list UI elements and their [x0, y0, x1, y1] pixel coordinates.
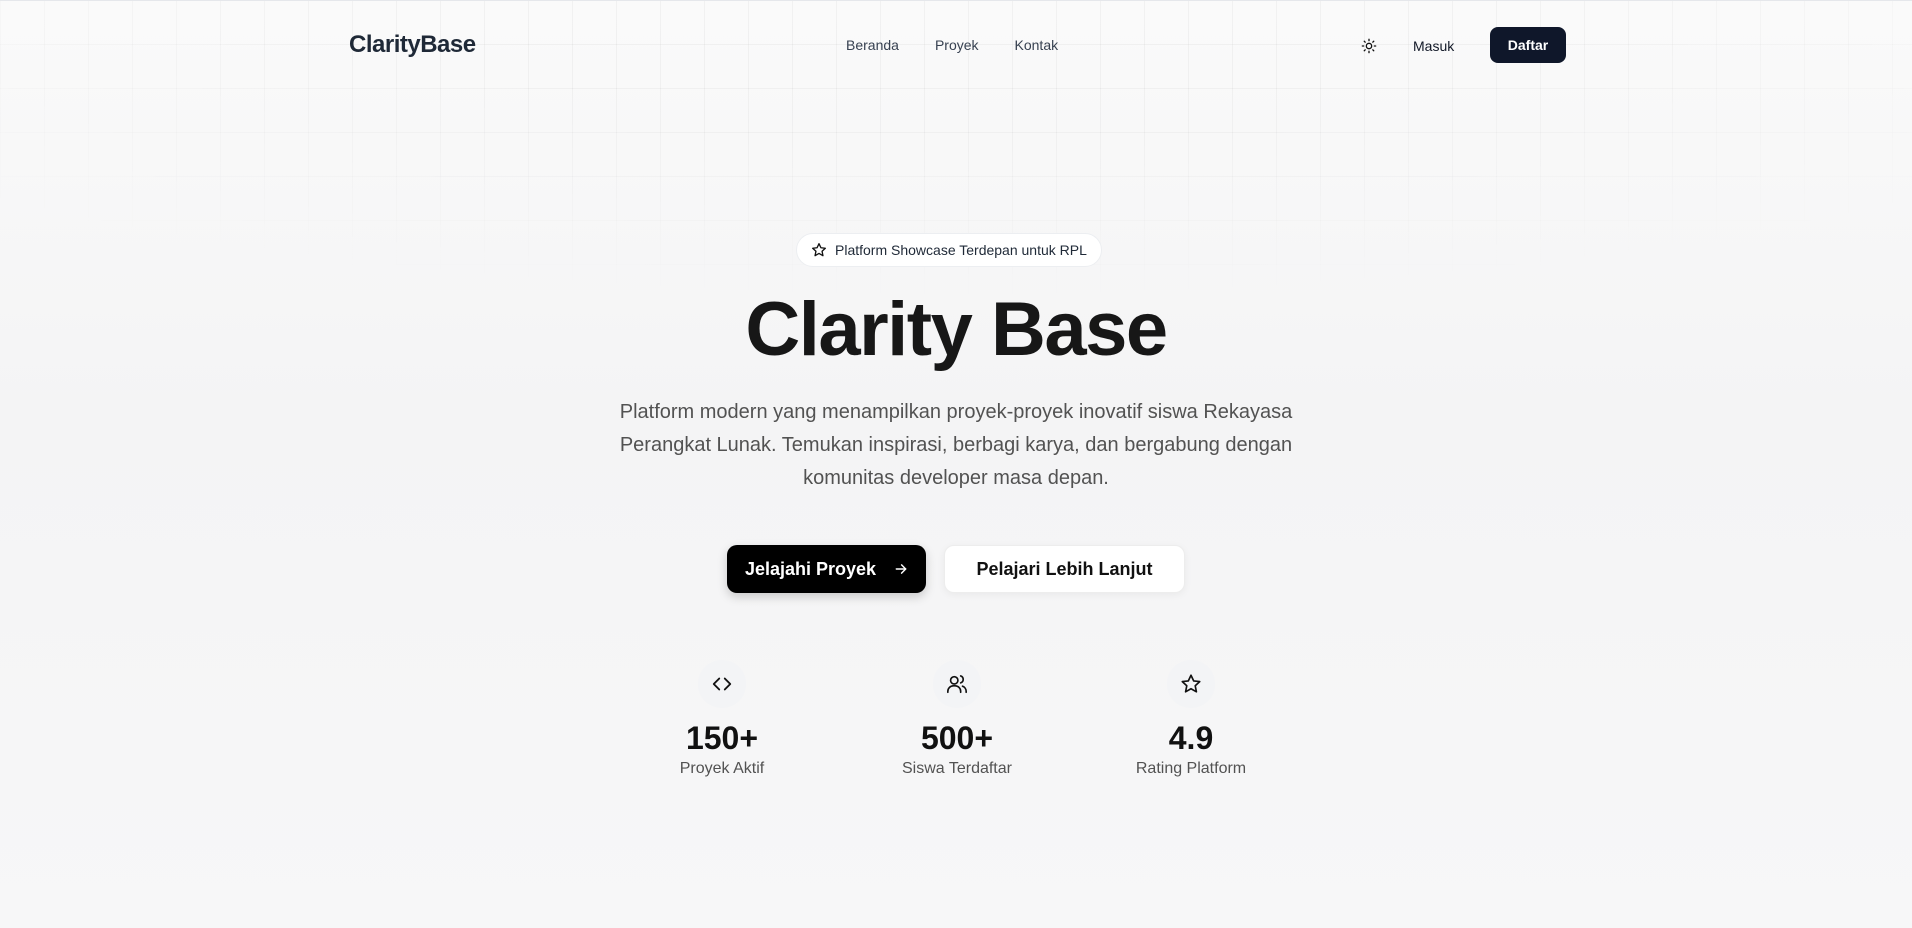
hero-title: Clarity Base [745, 287, 1168, 372]
nav-link-beranda[interactable]: Beranda [846, 37, 899, 53]
stat-value: 150+ [685, 720, 759, 756]
register-button[interactable]: Daftar [1490, 27, 1566, 63]
navbar: ClarityBase Beranda Proyek Kontak Masuk … [349, 24, 1566, 68]
login-button[interactable]: Masuk [1407, 34, 1460, 58]
star-icon [812, 243, 826, 257]
hero-badge: Platform Showcase Terdepan untuk RPL [796, 233, 1102, 267]
top-border [0, 0, 1912, 1]
code-icon [712, 677, 732, 691]
nav-links: Beranda Proyek Kontak [846, 37, 1058, 53]
stat-value: 4.9 [1168, 720, 1214, 756]
star-icon [1181, 674, 1201, 693]
learn-more-button[interactable]: Pelajari Lebih Lanjut [944, 545, 1185, 593]
theme-toggle-button[interactable] [1357, 34, 1381, 58]
brand-logo[interactable]: ClarityBase [349, 31, 476, 59]
stat-label: Proyek Aktif [679, 760, 765, 777]
stat-icon-wrapper [1167, 660, 1215, 708]
stat-students: 500+ Siswa Terdaftar [857, 660, 1057, 778]
stat-icon-wrapper [698, 660, 746, 708]
arrow-right-icon [895, 564, 907, 574]
explore-projects-label: Jelajahi Proyek [744, 558, 877, 579]
stat-label: Siswa Terdaftar [902, 760, 1012, 777]
stat-value: 500+ [920, 720, 994, 756]
nav-link-kontak[interactable]: Kontak [1015, 37, 1059, 53]
hero-badge-text: Platform Showcase Terdepan untuk RPL [835, 242, 1087, 258]
explore-projects-button[interactable]: Jelajahi Proyek [727, 545, 926, 593]
stat-icon-wrapper [933, 660, 981, 708]
stat-projects: 150+ Proyek Aktif [622, 660, 822, 778]
hero-description: Platform modern yang menampilkan proyek-… [619, 401, 1293, 489]
stat-rating: 4.9 Rating Platform [1091, 660, 1291, 778]
sun-icon [1361, 38, 1377, 54]
nav-link-proyek[interactable]: Proyek [935, 37, 979, 53]
stat-label: Rating Platform [1135, 760, 1247, 777]
users-icon [947, 675, 967, 694]
